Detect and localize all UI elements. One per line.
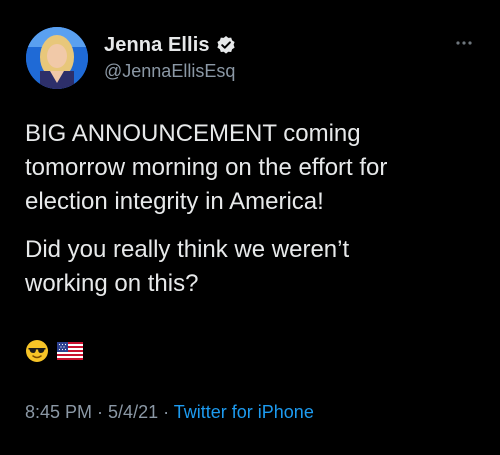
- tweet-meta: 8:45 PM · 5/4/21 · Twitter for iPhone: [25, 402, 314, 423]
- avatar[interactable]: [26, 27, 88, 89]
- sunglasses-face-icon: [25, 339, 49, 368]
- tweet-source-link[interactable]: Twitter for iPhone: [174, 402, 314, 422]
- tweet-date[interactable]: 5/4/21: [108, 402, 158, 422]
- tweet-text: BIG ANNOUNCEMENT coming tomorrow morning…: [25, 117, 485, 315]
- meta-separator: ·: [92, 402, 109, 422]
- name-row: Jenna Ellis: [104, 33, 236, 57]
- emoji-row: [25, 339, 91, 368]
- tweet-card: Jenna Ellis @JennaEllisEsq BIG ANNOUNCEM…: [0, 0, 500, 455]
- tweet-time[interactable]: 8:45 PM: [25, 402, 92, 422]
- meta-separator: ·: [158, 402, 174, 422]
- tweet-paragraph-1: BIG ANNOUNCEMENT coming tomorrow morning…: [25, 120, 388, 215]
- tweet-paragraph-2: Did you really think we weren’t working …: [25, 236, 350, 297]
- verified-badge-icon: [216, 35, 236, 55]
- more-horizontal-icon[interactable]: [450, 36, 478, 50]
- us-flag-icon: [57, 341, 83, 365]
- handle[interactable]: @JennaEllisEsq: [104, 61, 236, 82]
- display-name[interactable]: Jenna Ellis: [104, 34, 210, 57]
- author-block: Jenna Ellis @JennaEllisEsq: [104, 33, 236, 82]
